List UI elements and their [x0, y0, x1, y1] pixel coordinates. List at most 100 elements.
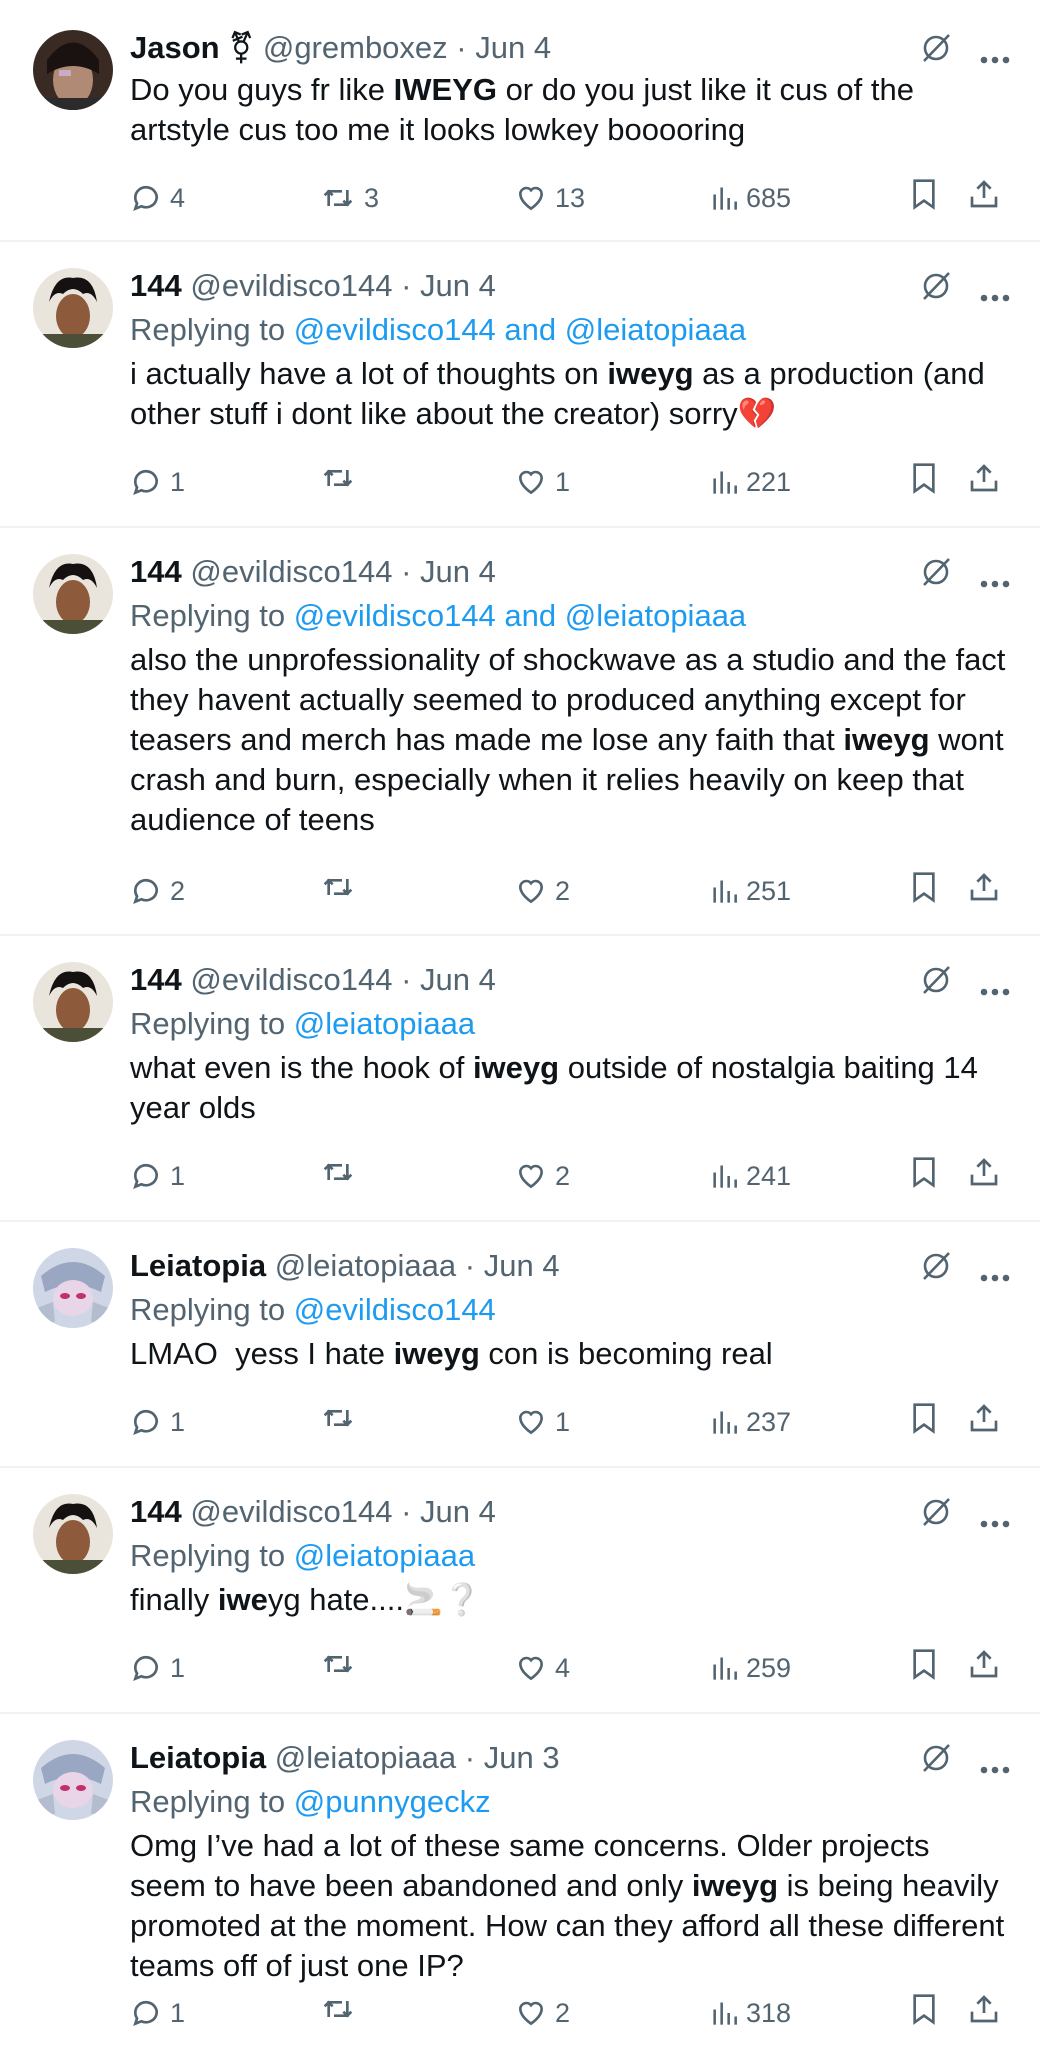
- retweet-button[interactable]: [320, 1402, 364, 1434]
- reply-button[interactable]: 4: [130, 178, 185, 218]
- reply-button[interactable]: 2: [130, 871, 185, 911]
- author-handle[interactable]: @leiatopiaaa: [275, 1248, 456, 1283]
- tweet[interactable]: 144 @evildisco144 · Jun 4 Replying to @l…: [0, 936, 1040, 1222]
- post-date[interactable]: Jun 3: [484, 1740, 560, 1775]
- more-icon[interactable]: [980, 1742, 1010, 1786]
- views-button[interactable]: 259: [710, 1648, 791, 1688]
- grok-icon[interactable]: [920, 1496, 952, 1540]
- reply-mentions[interactable]: @evildisco144 and @leiatopiaaa: [294, 598, 746, 633]
- like-button[interactable]: 1: [515, 462, 570, 502]
- post-date[interactable]: Jun 4: [420, 554, 496, 589]
- reply-button[interactable]: 1: [130, 1402, 185, 1442]
- share-button[interactable]: [968, 178, 1000, 210]
- share-button[interactable]: [968, 1156, 1000, 1188]
- views-button[interactable]: 685: [710, 178, 791, 218]
- tweet[interactable]: 144 @evildisco144 · Jun 4 Replying to @l…: [0, 1468, 1040, 1714]
- reply-mentions[interactable]: @leiatopiaaa: [294, 1006, 475, 1041]
- tweet[interactable]: 144 @evildisco144 · Jun 4 Replying to @e…: [0, 528, 1040, 936]
- more-icon[interactable]: [980, 1496, 1010, 1540]
- share-button[interactable]: [968, 1648, 1000, 1680]
- like-button[interactable]: 2: [515, 871, 570, 911]
- reply-button[interactable]: 1: [130, 1993, 185, 2033]
- retweet-button[interactable]: [320, 1648, 364, 1680]
- bookmark-button[interactable]: [910, 1993, 938, 2025]
- author-name[interactable]: Leiatopia: [130, 1248, 266, 1283]
- author-name[interactable]: 144: [130, 554, 182, 589]
- tweet[interactable]: Jason ⚧ @gremboxez · Jun 4 Do you guys f…: [0, 0, 1040, 242]
- more-icon[interactable]: [980, 270, 1010, 314]
- author-name[interactable]: 144: [130, 268, 182, 303]
- reply-mentions[interactable]: @leiatopiaaa: [294, 1538, 475, 1573]
- avatar[interactable]: [33, 268, 113, 348]
- more-icon[interactable]: [980, 32, 1010, 76]
- share-button[interactable]: [968, 462, 1000, 494]
- author-name[interactable]: 144: [130, 962, 182, 997]
- bookmark-icon: [913, 1157, 935, 1188]
- author-handle[interactable]: @evildisco144: [190, 962, 392, 997]
- author-handle[interactable]: @gremboxez: [263, 30, 448, 65]
- views-button[interactable]: 251: [710, 871, 791, 911]
- views-button[interactable]: 241: [710, 1156, 791, 1196]
- reply-mentions[interactable]: @evildisco144 and @leiatopiaaa: [294, 312, 746, 347]
- tweet[interactable]: 144 @evildisco144 · Jun 4 Replying to @e…: [0, 242, 1040, 528]
- views-button[interactable]: 318: [710, 1993, 791, 2033]
- more-icon[interactable]: [980, 1250, 1010, 1294]
- grok-icon[interactable]: [920, 270, 952, 314]
- bookmark-button[interactable]: [910, 871, 938, 903]
- share-button[interactable]: [968, 871, 1000, 903]
- bookmark-button[interactable]: [910, 1156, 938, 1188]
- author-handle[interactable]: @leiatopiaaa: [275, 1740, 456, 1775]
- avatar[interactable]: [33, 1248, 113, 1328]
- author-name[interactable]: 144: [130, 1494, 182, 1529]
- share-button[interactable]: [968, 1402, 1000, 1434]
- more-icon[interactable]: [980, 964, 1010, 1008]
- tweet-text: finally iweyg hate....🚬❔: [130, 1580, 1010, 1620]
- avatar[interactable]: [33, 1740, 113, 1820]
- grok-icon[interactable]: [920, 1742, 952, 1786]
- author-handle[interactable]: @evildisco144: [190, 268, 392, 303]
- tweet[interactable]: Leiatopia @leiatopiaaa · Jun 4 Replying …: [0, 1222, 1040, 1468]
- like-button[interactable]: 2: [515, 1156, 570, 1196]
- retweet-button[interactable]: [320, 462, 364, 494]
- post-date[interactable]: Jun 4: [475, 30, 551, 65]
- retweet-button[interactable]: [320, 871, 364, 903]
- retweet-button[interactable]: 3: [320, 178, 379, 218]
- author-name[interactable]: Leiatopia: [130, 1740, 266, 1775]
- more-icon[interactable]: [980, 556, 1010, 600]
- post-date[interactable]: Jun 4: [420, 962, 496, 997]
- reply-button[interactable]: 1: [130, 1156, 185, 1196]
- reply-button[interactable]: 1: [130, 462, 185, 502]
- post-date[interactable]: Jun 4: [420, 1494, 496, 1529]
- author-handle[interactable]: @evildisco144: [190, 1494, 392, 1529]
- post-date[interactable]: Jun 4: [420, 268, 496, 303]
- share-button[interactable]: [968, 1993, 1000, 2025]
- tweet[interactable]: Leiatopia @leiatopiaaa · Jun 3 Replying …: [0, 1714, 1040, 2059]
- reply-count: 1: [170, 1653, 186, 1683]
- grok-icon[interactable]: [920, 32, 952, 76]
- like-button[interactable]: 4: [515, 1648, 570, 1688]
- grok-icon[interactable]: [920, 1250, 952, 1294]
- reply-button[interactable]: 1: [130, 1648, 185, 1688]
- bookmark-button[interactable]: [910, 462, 938, 494]
- author-name[interactable]: Jason: [130, 30, 220, 65]
- retweet-button[interactable]: [320, 1993, 364, 2025]
- avatar[interactable]: [33, 30, 113, 110]
- like-button[interactable]: 1: [515, 1402, 570, 1442]
- bookmark-button[interactable]: [910, 1402, 938, 1434]
- avatar[interactable]: [33, 554, 113, 634]
- views-button[interactable]: 237: [710, 1402, 791, 1442]
- like-button[interactable]: 13: [515, 178, 585, 218]
- author-handle[interactable]: @evildisco144: [190, 554, 392, 589]
- reply-mentions[interactable]: @evildisco144: [294, 1292, 496, 1327]
- post-date[interactable]: Jun 4: [484, 1248, 560, 1283]
- retweet-button[interactable]: [320, 1156, 364, 1188]
- grok-icon[interactable]: [920, 964, 952, 1008]
- bookmark-button[interactable]: [910, 178, 938, 210]
- reply-mentions[interactable]: @punnygeckz: [294, 1784, 491, 1819]
- avatar[interactable]: [33, 1494, 113, 1574]
- grok-icon[interactable]: [920, 556, 952, 600]
- avatar[interactable]: [33, 962, 113, 1042]
- bookmark-button[interactable]: [910, 1648, 938, 1680]
- views-button[interactable]: 221: [710, 462, 791, 502]
- like-button[interactable]: 2: [515, 1993, 570, 2033]
